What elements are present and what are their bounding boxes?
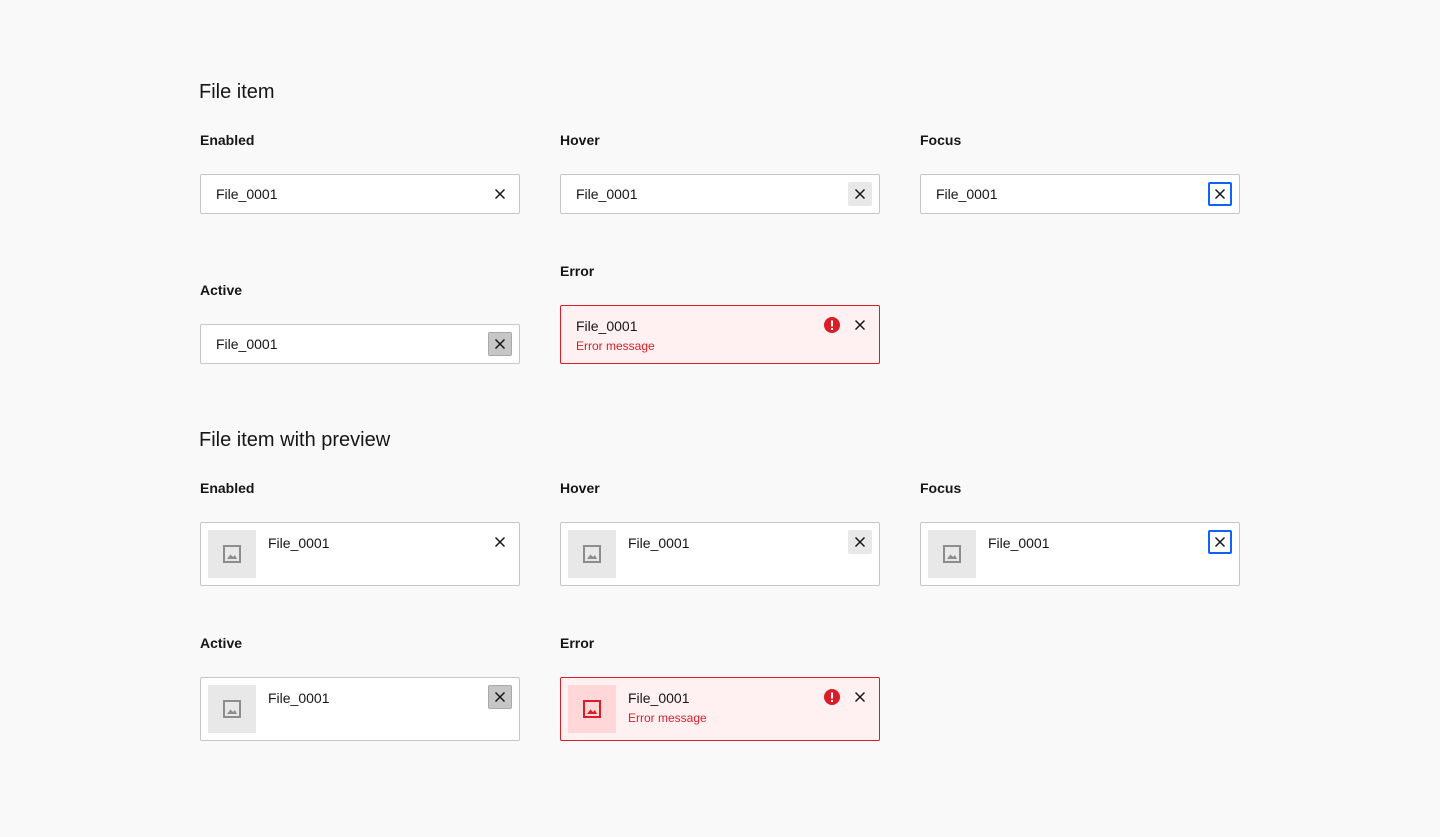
- close-icon: [494, 188, 506, 200]
- file-name: File_0001: [268, 690, 330, 706]
- file-name: File_0001: [216, 186, 278, 202]
- file-item-error: File_0001 Error message: [560, 305, 880, 364]
- state-label-hover: Hover: [560, 480, 600, 496]
- state-label-error: Error: [560, 635, 595, 651]
- state-label-enabled: Enabled: [200, 480, 255, 496]
- file-item-active: File_0001: [200, 324, 520, 364]
- preview-thumbnail: [568, 685, 616, 733]
- remove-file-button[interactable]: [848, 685, 872, 709]
- section-title-file-item-with-preview: File item with preview: [199, 429, 391, 451]
- error-message: Error message: [628, 711, 707, 725]
- file-name: File_0001: [268, 535, 330, 551]
- warning-filled-icon: [824, 317, 840, 333]
- warning-filled-icon: [824, 689, 840, 705]
- file-name: File_0001: [628, 690, 690, 706]
- image-icon: [223, 700, 241, 718]
- file-item-focus: File_0001: [920, 174, 1240, 214]
- file-name: File_0001: [576, 186, 638, 202]
- preview-thumbnail: [568, 530, 616, 578]
- preview-thumbnail: [208, 530, 256, 578]
- state-label-focus: Focus: [920, 132, 962, 148]
- file-item-preview-focus: File_0001: [920, 522, 1240, 586]
- file-name: File_0001: [628, 535, 690, 551]
- file-name: File_0001: [216, 336, 278, 352]
- remove-file-button[interactable]: [1208, 182, 1232, 206]
- file-name: File_0001: [936, 186, 998, 202]
- image-icon: [223, 545, 241, 563]
- close-icon: [854, 319, 866, 331]
- close-icon: [854, 691, 866, 703]
- remove-file-button[interactable]: [848, 530, 872, 554]
- remove-file-button[interactable]: [488, 685, 512, 709]
- state-label-focus: Focus: [920, 480, 962, 496]
- close-icon: [854, 188, 866, 200]
- file-item-preview-active: File_0001: [200, 677, 520, 741]
- state-label-active: Active: [200, 282, 243, 298]
- state-label-hover: Hover: [560, 132, 600, 148]
- close-icon: [1214, 188, 1226, 200]
- file-name: File_0001: [988, 535, 1050, 551]
- preview-thumbnail: [928, 530, 976, 578]
- state-label-enabled: Enabled: [200, 132, 255, 148]
- state-label-error: Error: [560, 263, 595, 279]
- image-icon: [943, 545, 961, 563]
- remove-file-button[interactable]: [488, 332, 512, 356]
- file-item-enabled: File_0001: [200, 174, 520, 214]
- close-icon: [854, 536, 866, 548]
- remove-file-button[interactable]: [848, 182, 872, 206]
- preview-thumbnail: [208, 685, 256, 733]
- file-item-preview-hover: File_0001: [560, 522, 880, 586]
- state-label-active: Active: [200, 635, 243, 651]
- close-icon: [494, 338, 506, 350]
- file-item-preview-error: File_0001 Error message: [560, 677, 880, 741]
- file-item-hover: File_0001: [560, 174, 880, 214]
- error-message: Error message: [576, 339, 655, 353]
- remove-file-button[interactable]: [488, 182, 512, 206]
- image-icon: [583, 545, 601, 563]
- file-item-preview-enabled: File_0001: [200, 522, 520, 586]
- remove-file-button[interactable]: [1208, 530, 1232, 554]
- close-icon: [1214, 536, 1226, 548]
- image-icon: [583, 700, 601, 718]
- file-name: File_0001: [576, 318, 638, 334]
- remove-file-button[interactable]: [848, 313, 872, 337]
- remove-file-button[interactable]: [488, 530, 512, 554]
- close-icon: [494, 691, 506, 703]
- close-icon: [494, 536, 506, 548]
- section-title-file-item: File item: [199, 81, 275, 103]
